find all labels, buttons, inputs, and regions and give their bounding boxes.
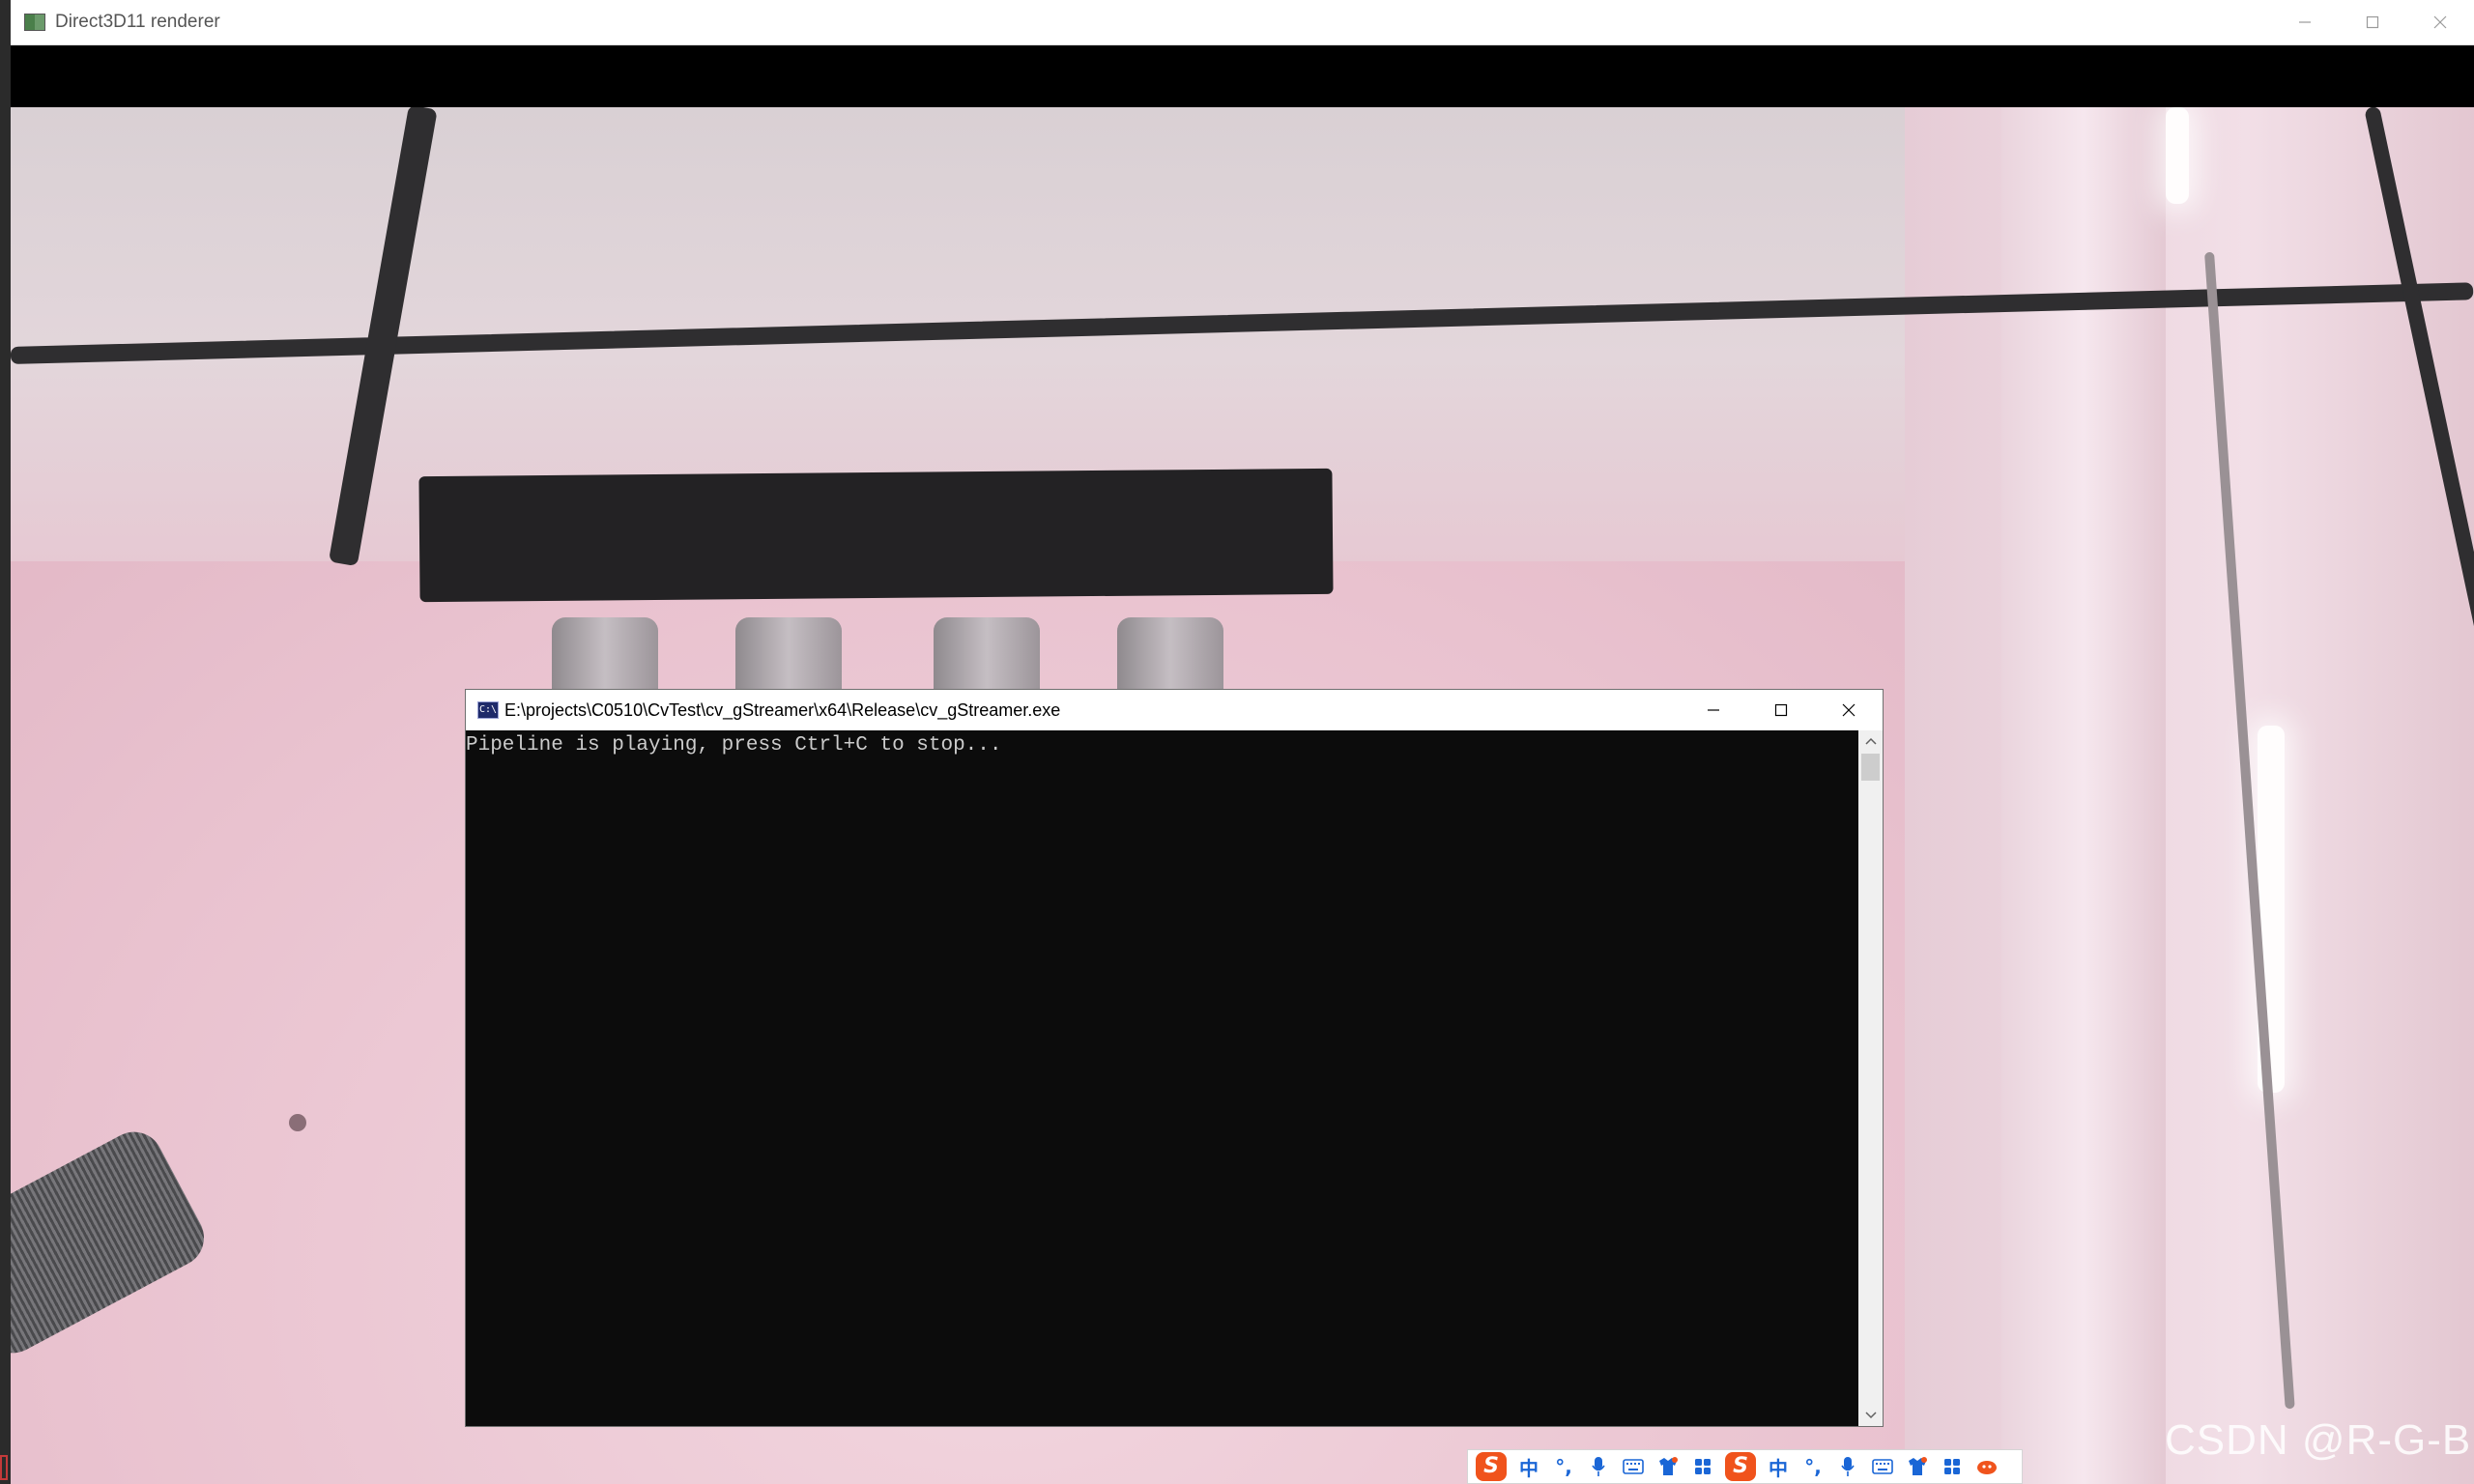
ime-toolbar: S 中 °, S 中 °,: [1467, 1449, 2023, 1484]
ime-voice-button[interactable]: [1582, 1451, 1615, 1482]
toolbox-icon: [1944, 1459, 1960, 1474]
console-close-button[interactable]: [1815, 690, 1883, 730]
microphone-icon: [1841, 1457, 1855, 1476]
console-output-line: Pipeline is playing, press Ctrl+C to sto…: [466, 734, 1002, 756]
ime-voice-button-2[interactable]: [1831, 1451, 1864, 1482]
minimize-icon: [2299, 21, 2311, 23]
sogou-logo-icon: S: [1725, 1452, 1756, 1481]
maximize-icon: [2366, 15, 2379, 29]
console-app-icon: C:\: [477, 701, 499, 719]
ime-logo-button[interactable]: S: [1472, 1451, 1510, 1482]
console-maximize-button[interactable]: [1747, 690, 1815, 730]
console-scrollbar[interactable]: [1858, 730, 1883, 1426]
keyboard-icon: [1872, 1459, 1893, 1474]
renderer-maximize-button[interactable]: [2339, 0, 2406, 44]
close-icon: [2433, 15, 2447, 29]
console-minimize-button[interactable]: [1680, 690, 1747, 730]
scrollbar-thumb[interactable]: [1861, 754, 1880, 781]
mascot-icon: [1977, 1461, 1997, 1474]
maximize-icon: [1774, 703, 1788, 717]
ime-toolbox-button[interactable]: [1686, 1451, 1719, 1482]
video-light-top: [2166, 107, 2189, 204]
video-right-wall: [1905, 107, 2474, 1484]
ime-mode-button-2[interactable]: 中: [1762, 1451, 1795, 1482]
skin-icon: [1909, 1457, 1927, 1475]
ime-keyboard-button-2[interactable]: [1866, 1451, 1899, 1482]
renderer-minimize-button[interactable]: [2271, 0, 2339, 44]
background-window-edge: [0, 1455, 8, 1480]
ime-punctuation-button-2[interactable]: °,: [1797, 1451, 1829, 1482]
csdn-watermark: CSDN @R-G-B: [2165, 1416, 2472, 1464]
renderer-title: Direct3D11 renderer: [55, 12, 220, 32]
console-caption-buttons: [1680, 690, 1883, 730]
ime-skin-button-2[interactable]: [1901, 1451, 1934, 1482]
renderer-close-button[interactable]: [2406, 0, 2474, 44]
ime-skin-button[interactable]: [1652, 1451, 1684, 1482]
scroll-down-button[interactable]: [1858, 1405, 1883, 1426]
console-title: E:\projects\C0510\CvTest\cv_gStreamer\x6…: [504, 699, 1061, 720]
video-hvac-unit: [418, 468, 1334, 603]
chevron-down-icon: [1864, 1412, 1877, 1419]
microphone-icon: [1592, 1457, 1605, 1476]
close-icon: [1842, 703, 1856, 717]
ime-punctuation-button[interactable]: °,: [1547, 1451, 1580, 1482]
ime-mode-button[interactable]: 中: [1512, 1451, 1545, 1482]
renderer-titlebar[interactable]: Direct3D11 renderer: [11, 0, 2474, 45]
chevron-up-icon: [1864, 737, 1877, 745]
video-flex-duct: [11, 1122, 215, 1363]
console-output-area[interactable]: Pipeline is playing, press Ctrl+C to sto…: [466, 730, 1858, 1426]
ime-toolbox-button-2[interactable]: [1936, 1451, 1969, 1482]
sogou-logo-icon: S: [1476, 1452, 1507, 1481]
toolbox-icon: [1695, 1459, 1711, 1474]
scroll-up-button[interactable]: [1858, 730, 1883, 752]
ime-mascot-button[interactable]: [1971, 1451, 2003, 1482]
minimize-icon: [1708, 709, 1719, 711]
ime-logo-button-2[interactable]: S: [1721, 1451, 1760, 1482]
skin-icon: [1659, 1457, 1678, 1475]
console-window: C:\ E:\projects\C0510\CvTest\cv_gStreame…: [465, 689, 1884, 1427]
ime-keyboard-button[interactable]: [1617, 1451, 1650, 1482]
renderer-caption-buttons: [2271, 0, 2474, 44]
keyboard-icon: [1623, 1459, 1644, 1474]
desktop-left-strip: [0, 0, 11, 1484]
console-titlebar[interactable]: C:\ E:\projects\C0510\CvTest\cv_gStreame…: [466, 690, 1883, 730]
app-window-icon: [24, 14, 45, 31]
video-column: [2001, 107, 2166, 1484]
video-wall-hole: [289, 1114, 306, 1131]
